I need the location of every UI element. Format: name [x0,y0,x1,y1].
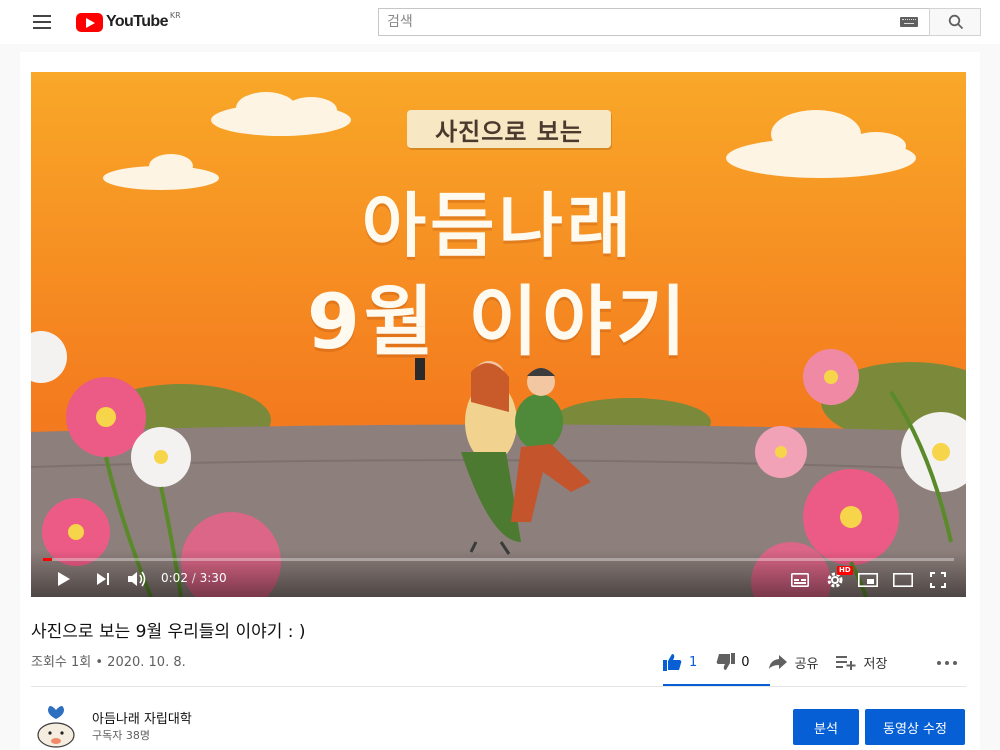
subtitles-icon[interactable] [791,573,809,587]
analytics-button[interactable]: 분석 [793,709,859,745]
hd-badge: HD [837,566,853,575]
fullscreen-icon[interactable] [930,572,946,588]
progress-bar[interactable] [43,558,954,561]
video-overlay-title-line1: 아듬나래 [361,185,636,267]
divider [31,686,966,687]
like-count: 1 [689,654,698,670]
share-arrow-icon [768,655,787,669]
playlist-add-icon [836,656,856,670]
progress-played [43,558,52,561]
play-icon[interactable] [55,570,73,588]
search-box [378,8,929,36]
like-button[interactable]: 1 [663,647,697,677]
thumbs-up-icon [663,654,682,671]
video-actions: 1 0 공유 저장 [663,647,905,677]
youtube-play-logo-icon [76,12,103,32]
youtube-logo[interactable]: YouTube KR [76,10,181,34]
search-icon [948,14,964,30]
save-label: 저장 [863,656,888,672]
save-button[interactable]: 저장 [836,647,887,677]
channel-avatar[interactable] [33,702,79,748]
search-button[interactable] [929,8,981,36]
mascot-avatar-icon [33,702,79,748]
keyboard-icon[interactable] [900,17,918,27]
more-actions-icon[interactable] [937,657,957,667]
logo-region: KR [169,11,181,20]
duration: 3:30 [199,571,227,585]
share-button[interactable]: 공유 [768,647,819,677]
dislike-count: 0 [741,654,750,670]
dislike-button[interactable]: 0 [715,647,750,677]
next-icon[interactable] [95,571,111,587]
time-display: 0:02 / 3:30 [161,571,227,585]
search-bar [378,8,981,36]
video-player[interactable]: 사진으로 보는 아듬나래 9월 이야기 0:02 / 3:30 HD [31,72,966,597]
video-meta: 조회수 1회 • 2020. 10. 8. [31,655,186,670]
volume-icon[interactable] [127,570,147,588]
edit-video-button[interactable]: 동영상 수정 [865,709,965,745]
logo-text: YouTube [106,13,168,30]
video-overlay-subtitle: 사진으로 보는 [435,117,583,146]
video-overlay-caption: 사진으로 보는 [407,110,611,148]
channel-name[interactable]: 아듬나래 자립대학 [92,708,192,727]
video-title: 사진으로 보는 9월 우리들의 이야기 : ) [31,622,306,642]
share-label: 공유 [794,656,819,672]
subscriber-count: 구독자 38명 [92,729,150,742]
thumbs-down-icon [716,653,736,670]
player-controls: 0:02 / 3:30 HD [31,550,966,597]
current-time: 0:02 [161,571,188,585]
search-input[interactable] [379,9,879,35]
masthead: YouTube KR [0,0,1000,44]
video-overlay-title-line2: 9월 이야기 [306,277,691,366]
menu-icon[interactable] [28,11,56,33]
theater-mode-icon[interactable] [893,573,913,587]
miniplayer-icon[interactable] [858,573,878,587]
